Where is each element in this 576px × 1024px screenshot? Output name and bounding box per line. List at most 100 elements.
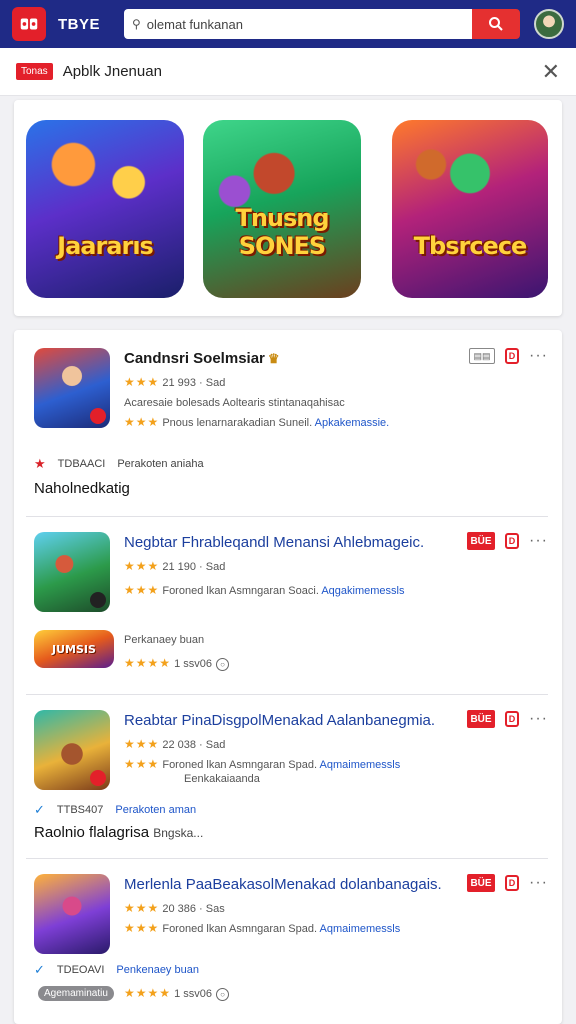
game-thumbnail[interactable] bbox=[34, 874, 110, 954]
rating-stars: ★★★ bbox=[124, 921, 160, 935]
tag-suffix: Bngska... bbox=[153, 826, 204, 840]
item-tag: Naholnedkatig bbox=[34, 480, 130, 497]
rating-stars: ★★★ bbox=[124, 375, 160, 389]
search-field-icon: ⚲ bbox=[132, 17, 141, 31]
rating-stars: ★★★ bbox=[124, 583, 160, 597]
red-action-button[interactable]: BÜE bbox=[467, 710, 496, 728]
badge-dot bbox=[90, 592, 106, 608]
rating-stars: ★★★ bbox=[124, 415, 160, 429]
item-actions: BÜE D ··· bbox=[467, 532, 548, 550]
check-icon: ✓ bbox=[34, 962, 45, 977]
meta-text: Perakoten aniaha bbox=[117, 458, 204, 470]
list-item[interactable]: Candnsri Soelmsiar ♛ ★★★ 21 993 · Sad Aca… bbox=[26, 348, 548, 508]
more-options-icon[interactable]: ··· bbox=[529, 533, 548, 549]
game-title[interactable]: Candnsri Soelmsiar ♛ bbox=[124, 350, 280, 367]
description-line: Foroned lkan Asmngaran Soaci. bbox=[162, 585, 319, 597]
game-title[interactable]: Negbtar Fhrableqandl Menansi Ahlebmageic… bbox=[124, 534, 424, 551]
item-actions: BÜE D ··· bbox=[467, 874, 548, 892]
game-title[interactable]: Reabtar PinaDisgpolMenakad Aalanbanegmia… bbox=[124, 712, 435, 729]
meta-code: TTBS407 bbox=[56, 804, 104, 816]
description-line: Pnous lenarnarakadian Suneil. bbox=[162, 417, 313, 429]
list-item[interactable]: Merlenla PaaBeakasolMenakad dolanbanagai… bbox=[26, 874, 548, 1014]
rating-text: 1 ssv06 bbox=[174, 658, 213, 670]
star-icon: ★ bbox=[34, 456, 46, 471]
info-icon[interactable]: ○ bbox=[216, 657, 230, 671]
logo-icon bbox=[20, 18, 38, 30]
featured-game-tile[interactable]: Jaararıs bbox=[26, 120, 184, 298]
description-line: Foroned lkan Asmngaran Spad. bbox=[162, 759, 318, 771]
featured-game-tile[interactable]: Tnusng SONES bbox=[203, 120, 361, 298]
more-options-icon[interactable]: ··· bbox=[529, 875, 548, 891]
favorite-icon[interactable]: D bbox=[505, 348, 520, 364]
rating-text: 21 993 · Sad bbox=[162, 377, 226, 389]
game-thumbnail[interactable] bbox=[34, 348, 110, 428]
divider bbox=[26, 694, 548, 695]
more-options-icon[interactable]: ··· bbox=[529, 348, 548, 364]
search-button[interactable] bbox=[472, 9, 520, 39]
rating-text: 21 190 · Sad bbox=[162, 561, 226, 573]
rating-stars: ★★★★ bbox=[124, 986, 172, 1000]
top-bar: TBYE ⚲ bbox=[0, 0, 576, 48]
app-logo[interactable] bbox=[12, 7, 46, 41]
info-icon[interactable]: ○ bbox=[216, 987, 230, 1001]
section-badge: Tonas bbox=[16, 63, 53, 80]
status-badge: Agemaminatiu bbox=[38, 986, 114, 1001]
more-options-icon[interactable]: ··· bbox=[529, 711, 548, 727]
link-text[interactable]: Aqmaimemessls bbox=[320, 923, 401, 935]
rating-stars: ★★★ bbox=[124, 901, 160, 915]
red-action-button[interactable]: BÜE bbox=[467, 874, 496, 892]
description: Acaresaie bolesads Aoltearis stintanaqah… bbox=[124, 397, 345, 409]
meta-code: TDBAACI bbox=[57, 458, 106, 470]
meta-text[interactable]: Penkenaey buan bbox=[116, 964, 199, 976]
favorite-icon[interactable]: D bbox=[505, 711, 520, 727]
close-icon[interactable]: ✕ bbox=[542, 59, 560, 85]
game-logo[interactable]: JUMSIS bbox=[34, 630, 114, 668]
sub-label: Perkanaey buan bbox=[124, 634, 205, 646]
game-list: Candnsri Soelmsiar ♛ ★★★ 21 993 · Sad Aca… bbox=[14, 330, 562, 1024]
description-line: Eenkakaiaanda bbox=[184, 773, 260, 785]
featured-game-tile[interactable]: Tbsrcece bbox=[392, 120, 548, 298]
rating-stars: ★★★ bbox=[124, 559, 160, 573]
rating-text: 22 038 · Sad bbox=[162, 739, 226, 751]
game-thumbnail[interactable] bbox=[34, 710, 110, 790]
red-action-button[interactable]: BÜE bbox=[467, 532, 496, 550]
brand-name: TBYE bbox=[58, 15, 101, 33]
badge-dot bbox=[90, 408, 106, 424]
favorite-icon[interactable]: D bbox=[505, 875, 520, 891]
rating-stars: ★★★★ bbox=[124, 656, 172, 670]
item-actions: BÜE D ··· bbox=[467, 710, 548, 728]
featured-game-label: Tbsrcece bbox=[413, 232, 528, 260]
description-line: Foroned lkan Asmngaran Spad. bbox=[162, 923, 318, 935]
check-icon: ✓ bbox=[34, 802, 45, 817]
link-text[interactable]: Apkakemassie. bbox=[315, 417, 390, 429]
divider bbox=[26, 858, 548, 859]
rating-text: 20 386 · Sas bbox=[162, 903, 225, 915]
featured-banner: Jaararıs Tnusng SONES Tbsrcece bbox=[14, 100, 562, 316]
rating-text: 1 ssv06 bbox=[174, 988, 213, 1000]
list-item[interactable]: Negbtar Fhrableqandl Menansi Ahlebmageic… bbox=[26, 532, 548, 682]
meta-text[interactable]: Perakoten aman bbox=[115, 804, 196, 816]
featured-game-label: Jaararıs bbox=[57, 232, 154, 260]
search-box[interactable]: ⚲ bbox=[124, 9, 472, 39]
item-actions: ▤▤ D ··· bbox=[469, 348, 548, 364]
page-title: Apblk Jnenuan bbox=[62, 63, 162, 80]
sub-header: Tonas Apblk Jnenuan ✕ bbox=[0, 48, 576, 96]
rating-stars: ★★★ bbox=[124, 757, 160, 771]
game-thumbnail[interactable] bbox=[34, 532, 110, 612]
search-icon bbox=[489, 17, 503, 31]
compare-icon[interactable]: ▤▤ bbox=[469, 348, 496, 364]
divider bbox=[26, 516, 548, 517]
rating-stars: ★★★ bbox=[124, 737, 160, 751]
link-text[interactable]: Aqgakimemessls bbox=[321, 585, 404, 597]
avatar[interactable] bbox=[534, 9, 564, 39]
trophy-icon: ♛ bbox=[267, 351, 280, 366]
search-input[interactable] bbox=[146, 16, 447, 32]
list-item[interactable]: Reabtar PinaDisgpolMenakad Aalanbanegmia… bbox=[26, 710, 548, 850]
favorite-icon[interactable]: D bbox=[505, 533, 520, 549]
featured-game-label: Tnusng SONES bbox=[235, 204, 329, 260]
item-tag: Raolnio flalagrisa Bngska... bbox=[34, 824, 204, 841]
game-title[interactable]: Merlenla PaaBeakasolMenakad dolanbanagai… bbox=[124, 876, 442, 893]
meta-code: TDEOAVI bbox=[56, 964, 105, 976]
badge-dot bbox=[90, 770, 106, 786]
link-text[interactable]: Aqmaimemessls bbox=[320, 759, 401, 771]
